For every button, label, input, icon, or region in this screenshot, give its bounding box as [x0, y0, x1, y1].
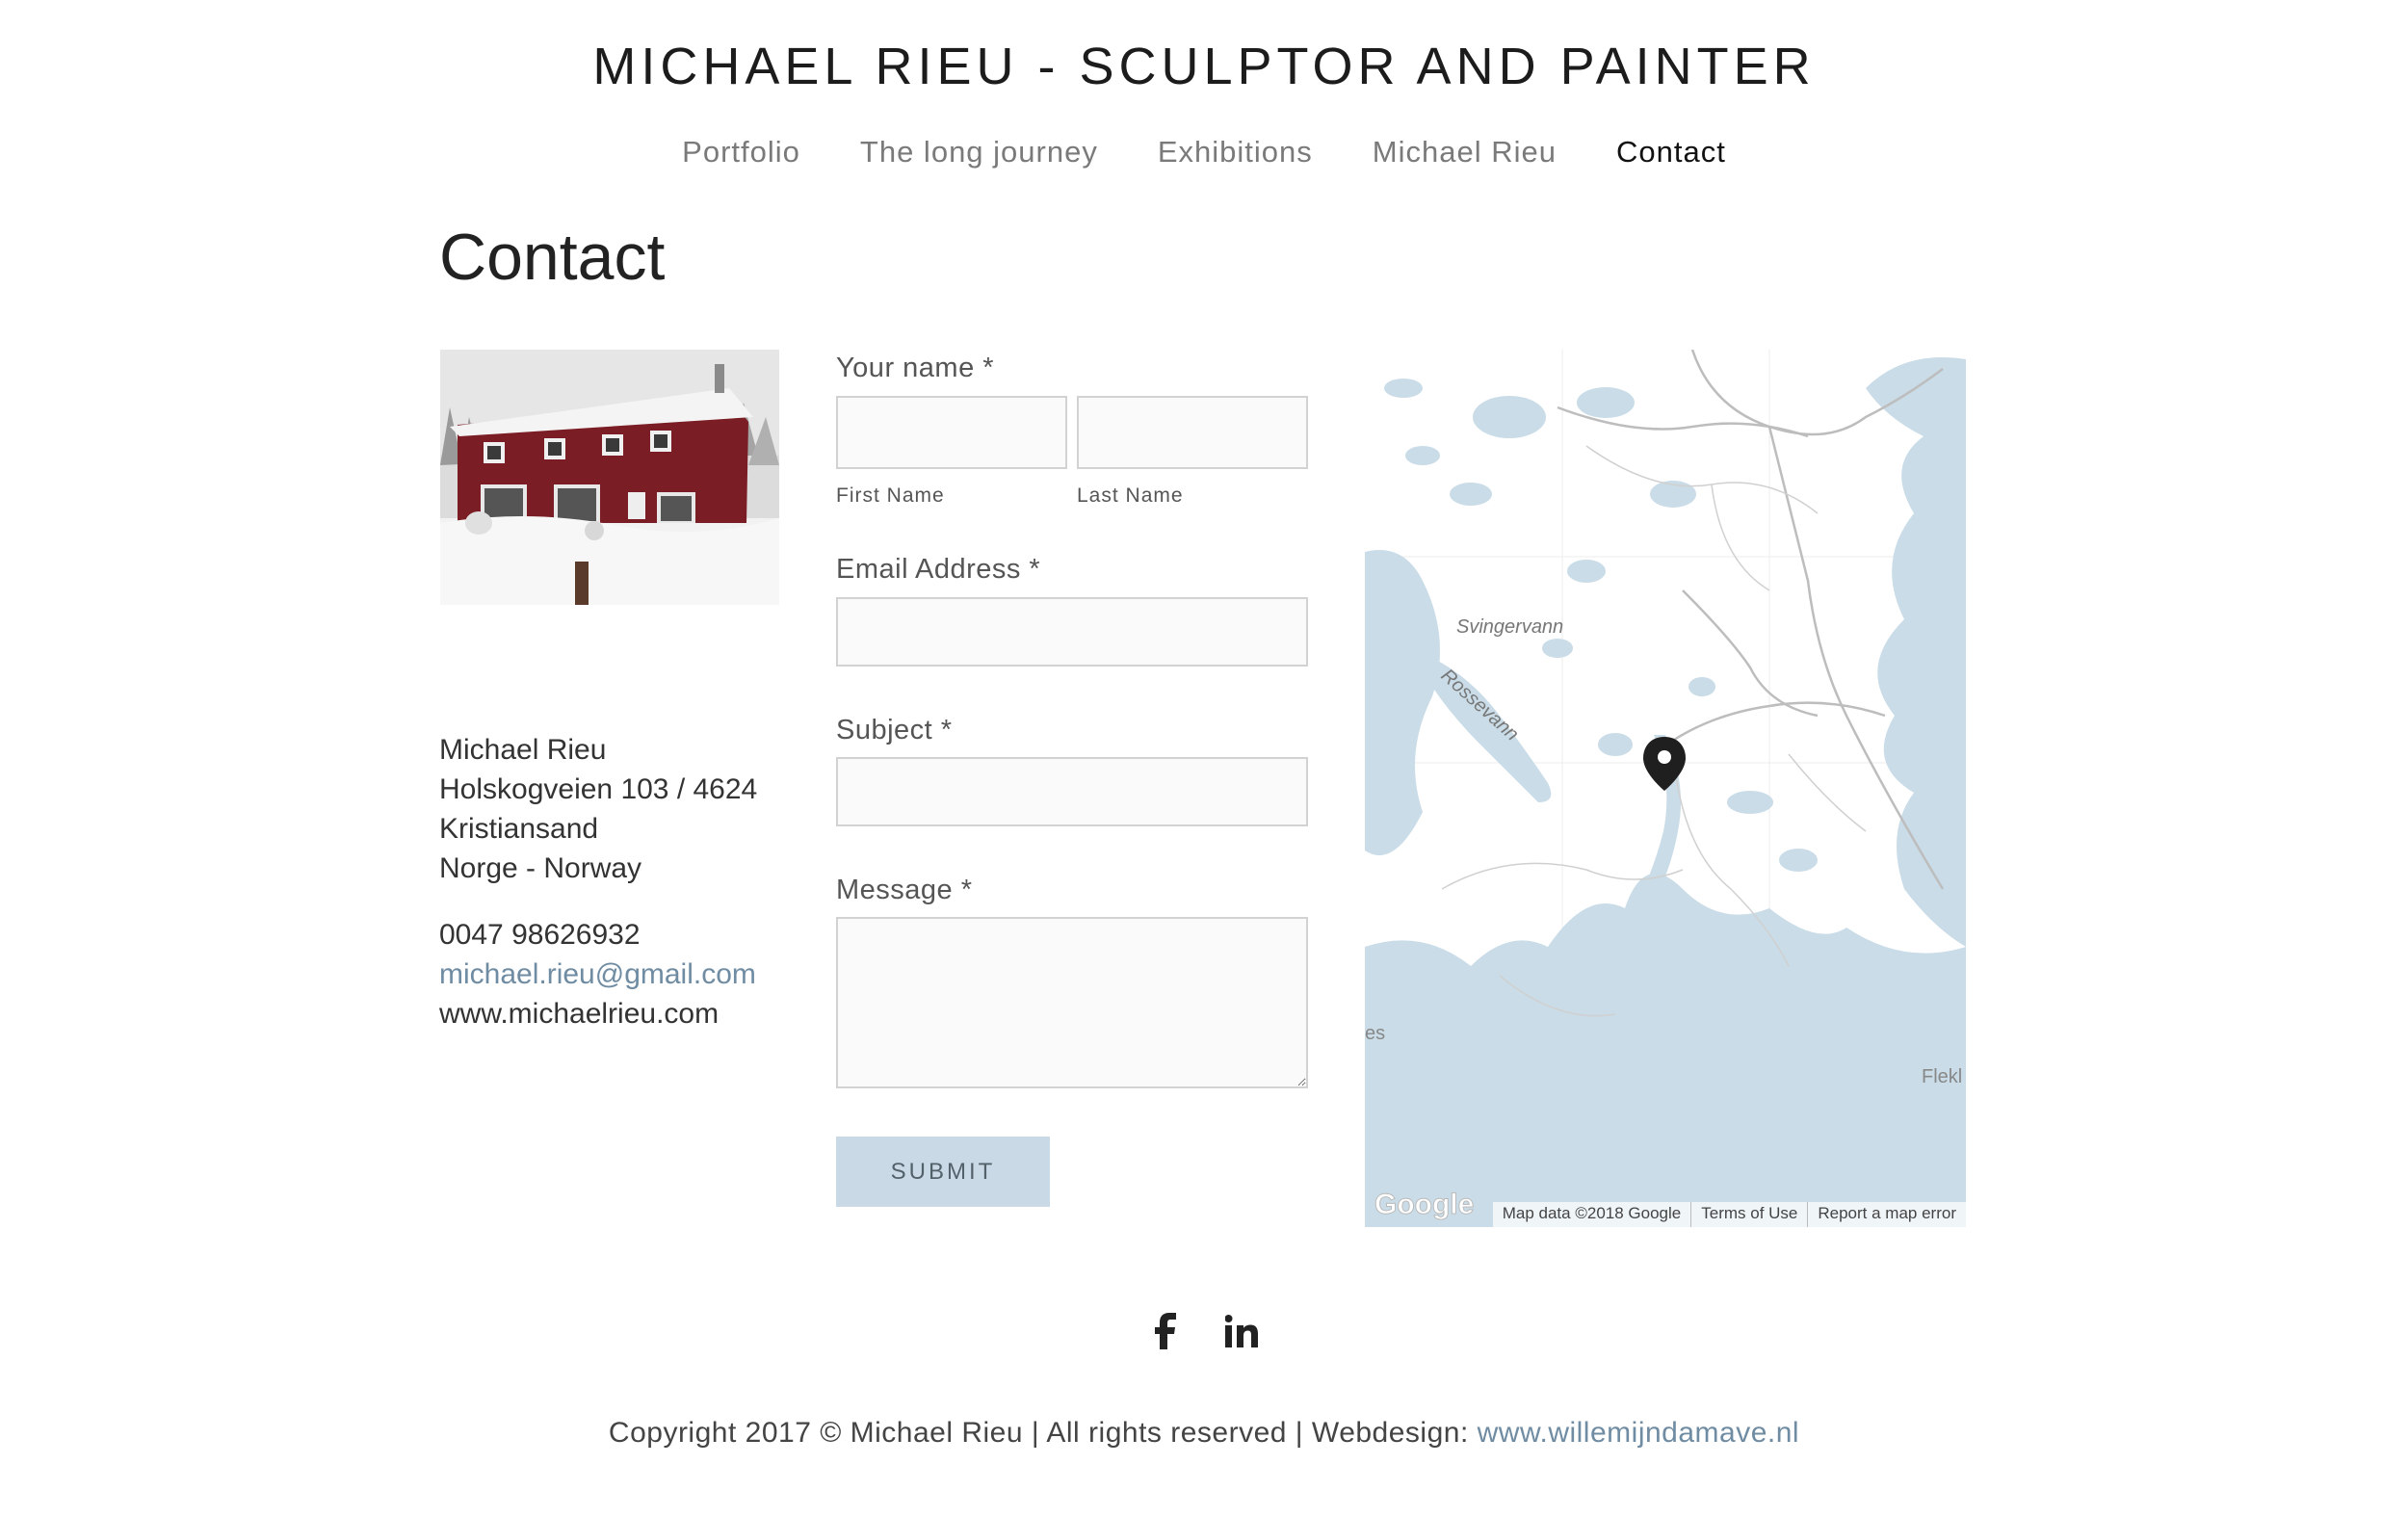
email-input[interactable] [836, 597, 1308, 667]
nav-item-portfolio[interactable]: Portfolio [682, 135, 800, 170]
map-label-edge-left: es [1365, 1023, 1385, 1044]
page-title: Contact [439, 221, 666, 294]
map-terms-link[interactable]: Terms of Use [1690, 1202, 1807, 1227]
map-data-credit: Map data ©2018 Google [1502, 1204, 1682, 1222]
nav-item-the-long-journey[interactable]: The long journey [860, 135, 1098, 170]
contact-country: Norge - Norway [439, 852, 642, 884]
contact-details: 0047 98626932 michael.rieu@gmail.com www… [439, 915, 756, 1033]
address-block: Michael Rieu Holskogveien 103 / 4624 Kri… [439, 730, 757, 888]
footer-copyright: Copyright 2017 © Michael Rieu | All righ… [608, 1417, 1478, 1449]
map-attribution: Map data ©2018 Google Terms of Use Repor… [1492, 1202, 1966, 1227]
main-nav: Portfolio The long journey Exhibitions M… [0, 135, 2408, 170]
map-report-error-link[interactable]: Report a map error [1807, 1202, 1966, 1227]
social-links [0, 1310, 2408, 1352]
message-label: Message * [836, 875, 973, 905]
nav-item-contact[interactable]: Contact [1616, 135, 1726, 170]
house-photo [440, 350, 779, 605]
google-logo: Google [1374, 1189, 1474, 1220]
location-map[interactable]: Svingervann Rossevann es Flekl Google Ma… [1365, 350, 1966, 1227]
message-textarea[interactable] [836, 917, 1308, 1088]
map-label-svingervann: Svingervann [1456, 616, 1563, 638]
facebook-icon[interactable] [1145, 1310, 1188, 1352]
nav-item-exhibitions[interactable]: Exhibitions [1158, 135, 1313, 170]
contact-email-link[interactable]: michael.rieu@gmail.com [439, 955, 756, 994]
email-label: Email Address * [836, 554, 1041, 585]
site-title[interactable]: MICHAEL RIEU - SCULPTOR AND PAINTER [0, 37, 2408, 96]
first-name-input[interactable] [836, 396, 1067, 469]
contact-name: Michael Rieu [439, 734, 607, 766]
subject-input[interactable] [836, 757, 1308, 826]
footer-designer-link[interactable]: www.willemijndamave.nl [1478, 1417, 1799, 1449]
subject-label: Subject * [836, 715, 953, 745]
map-label-edge-right: Flekl [1922, 1066, 1962, 1087]
last-name-input[interactable] [1077, 396, 1308, 469]
contact-website: www.michaelrieu.com [439, 998, 720, 1030]
footer: Copyright 2017 © Michael Rieu | All righ… [0, 1417, 2408, 1450]
contact-street: Holskogveien 103 / 4624 [439, 773, 758, 805]
linkedin-icon[interactable] [1220, 1310, 1263, 1352]
contact-phone: 0047 98626932 [439, 919, 641, 951]
submit-button[interactable]: SUBMIT [836, 1137, 1050, 1207]
map-canvas[interactable]: Svingervann Rossevann es Flekl Google [1365, 350, 1966, 1227]
nav-item-michael-rieu[interactable]: Michael Rieu [1373, 135, 1557, 170]
contact-city: Kristiansand [439, 813, 599, 845]
last-name-label: Last Name [1077, 484, 1184, 507]
first-name-label: First Name [836, 484, 945, 507]
name-label: Your name * [836, 353, 995, 383]
